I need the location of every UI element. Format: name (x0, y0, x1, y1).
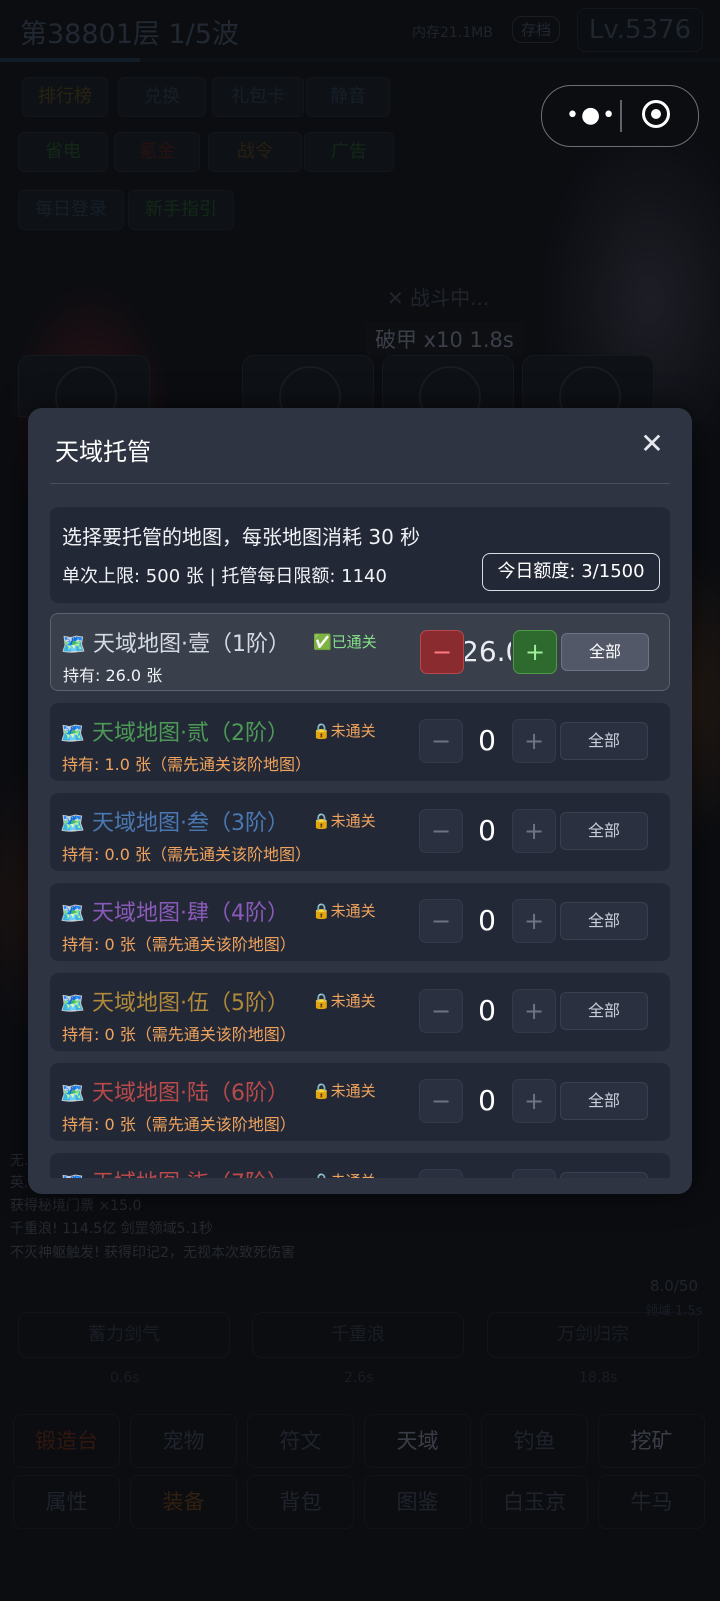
map-row[interactable]: 🗺️ 天域地图·陆（6阶） 🔒未通关 持有: 0 张（需先通关该阶地图） −0 + 全部 (50, 1063, 670, 1141)
decrease-button[interactable]: − (419, 809, 463, 853)
quantity-value[interactable]: 0 (464, 1169, 510, 1178)
increase-button[interactable]: + (512, 1169, 556, 1178)
more-dots-icon[interactable]: •●• (566, 105, 617, 127)
decrease-button[interactable]: − (419, 1079, 463, 1123)
map-row[interactable]: 🗺️ 天域地图·叁（3阶） 🔒未通关 持有: 0.0 张（需先通关该阶地图） −0 + 全部 (50, 793, 670, 871)
map-holding: 持有: 0.0 张（需先通关该阶地图） (62, 845, 312, 864)
map-holding: 持有: 0 张（需先通关该阶地图） (62, 1025, 296, 1044)
map-name: 天域地图·伍（5阶） (92, 991, 289, 1016)
select-all-button[interactable]: 全部 (560, 812, 648, 850)
info-description: 选择要托管的地图，每张地图消耗 30 秒 (62, 525, 421, 549)
increase-button[interactable]: + (513, 630, 557, 674)
map-row[interactable]: 🗺️ 天域地图·贰（2阶） 🔒未通关 持有: 1.0 张（需先通关该阶地图） −0 + 全部 (50, 703, 670, 781)
map-name: 天域地图·陆（6阶） (92, 1081, 289, 1106)
map-holding: 持有: 0 张（需先通关该阶地图） (62, 1115, 296, 1134)
map-name: 天域地图·叁（3阶） (92, 811, 289, 836)
map-holding: 持有: 26.0 张 (63, 666, 163, 685)
map-clear-status: 🔒未通关 (312, 992, 376, 1010)
target-circle-icon[interactable] (642, 100, 670, 128)
quantity-value[interactable]: 0 (464, 899, 510, 943)
decrease-button[interactable]: − (419, 719, 463, 763)
decrease-button[interactable]: − (419, 899, 463, 943)
map-clear-status: 🔒未通关 (312, 722, 376, 740)
select-all-button[interactable]: 全部 (560, 902, 648, 940)
quota-badge: 今日额度: 3/1500 (482, 553, 660, 591)
select-all-button[interactable]: 全部 (560, 1172, 648, 1178)
quantity-value[interactable]: 0 (464, 1079, 510, 1123)
quantity-value[interactable]: 0 (464, 809, 510, 853)
decrease-button[interactable]: − (419, 1169, 463, 1178)
map-row[interactable]: 🗺️ 天域地图·壹（1阶） ✅已通关持有: 26.0 张 −26.0+全部 (50, 613, 670, 691)
map-icon: 🗺️ (61, 632, 86, 656)
map-icon: 🗺️ (60, 721, 85, 745)
capsule-divider (620, 100, 622, 132)
map-row[interactable]: 🗺️ 天域地图·伍（5阶） 🔒未通关 持有: 0 张（需先通关该阶地图） −0 + 全部 (50, 973, 670, 1051)
hosting-modal: 天域托管 ✕ 选择要托管的地图，每张地图消耗 30 秒 单次上限: 500 张 … (28, 408, 692, 1194)
quantity-value[interactable]: 26.0 (465, 630, 511, 674)
map-clear-status: ✅已通关 (313, 633, 377, 651)
increase-button[interactable]: + (512, 899, 556, 943)
map-name: 天域地图·肆（4阶） (92, 901, 289, 926)
map-list[interactable]: 🗺️天域地图·壹（1阶）✅已通关持有: 26.0 张−26.0+全部🗺️天域地图… (28, 613, 692, 1178)
info-limits: 单次上限: 500 张 | 托管每日限额: 1140 (62, 566, 387, 587)
map-clear-status: 🔒未通关 (312, 1082, 376, 1100)
info-panel: 选择要托管的地图，每张地图消耗 30 秒 单次上限: 500 张 | 托管每日限… (50, 507, 670, 603)
increase-button[interactable]: + (512, 989, 556, 1033)
map-icon: 🗺️ (60, 811, 85, 835)
map-clear-status: 🔒未通关 (312, 902, 376, 920)
decrease-button[interactable]: − (419, 989, 463, 1033)
increase-button[interactable]: + (512, 809, 556, 853)
miniprogram-capsule: •●• (541, 85, 699, 147)
quantity-value[interactable]: 0 (464, 989, 510, 1033)
map-name: 天域地图·贰（2阶） (92, 721, 289, 746)
select-all-button[interactable]: 全部 (561, 633, 649, 671)
map-name: 天域地图·壹（1阶） (93, 632, 290, 657)
map-icon: 🗺️ (60, 901, 85, 925)
map-icon: 🗺️ (60, 991, 85, 1015)
quantity-value[interactable]: 0 (464, 719, 510, 763)
decrease-button[interactable]: − (420, 630, 464, 674)
map-icon: 🗺️ (60, 1081, 85, 1105)
map-clear-status: 🔒未通关 (312, 1170, 376, 1178)
map-clear-status: 🔒未通关 (312, 812, 376, 830)
map-icon: 🗺️ (60, 1171, 85, 1178)
map-name: 天域地图·柒（7阶） (92, 1165, 289, 1178)
map-holding: 持有: 0 张（需先通关该阶地图） (62, 935, 296, 954)
increase-button[interactable]: + (512, 719, 556, 763)
select-all-button[interactable]: 全部 (560, 1082, 648, 1120)
increase-button[interactable]: + (512, 1079, 556, 1123)
map-row[interactable]: 🗺️ 天域地图·柒（7阶） 🔒未通关 −0+ 全部 (50, 1153, 670, 1178)
map-holding: 持有: 1.0 张（需先通关该阶地图） (62, 755, 312, 774)
select-all-button[interactable]: 全部 (560, 722, 648, 760)
modal-title: 天域托管 (55, 438, 151, 466)
map-row[interactable]: 🗺️ 天域地图·肆（4阶） 🔒未通关 持有: 0 张（需先通关该阶地图） −0 + 全部 (50, 883, 670, 961)
close-icon[interactable]: ✕ (638, 430, 666, 458)
select-all-button[interactable]: 全部 (560, 992, 648, 1030)
divider (50, 483, 670, 484)
